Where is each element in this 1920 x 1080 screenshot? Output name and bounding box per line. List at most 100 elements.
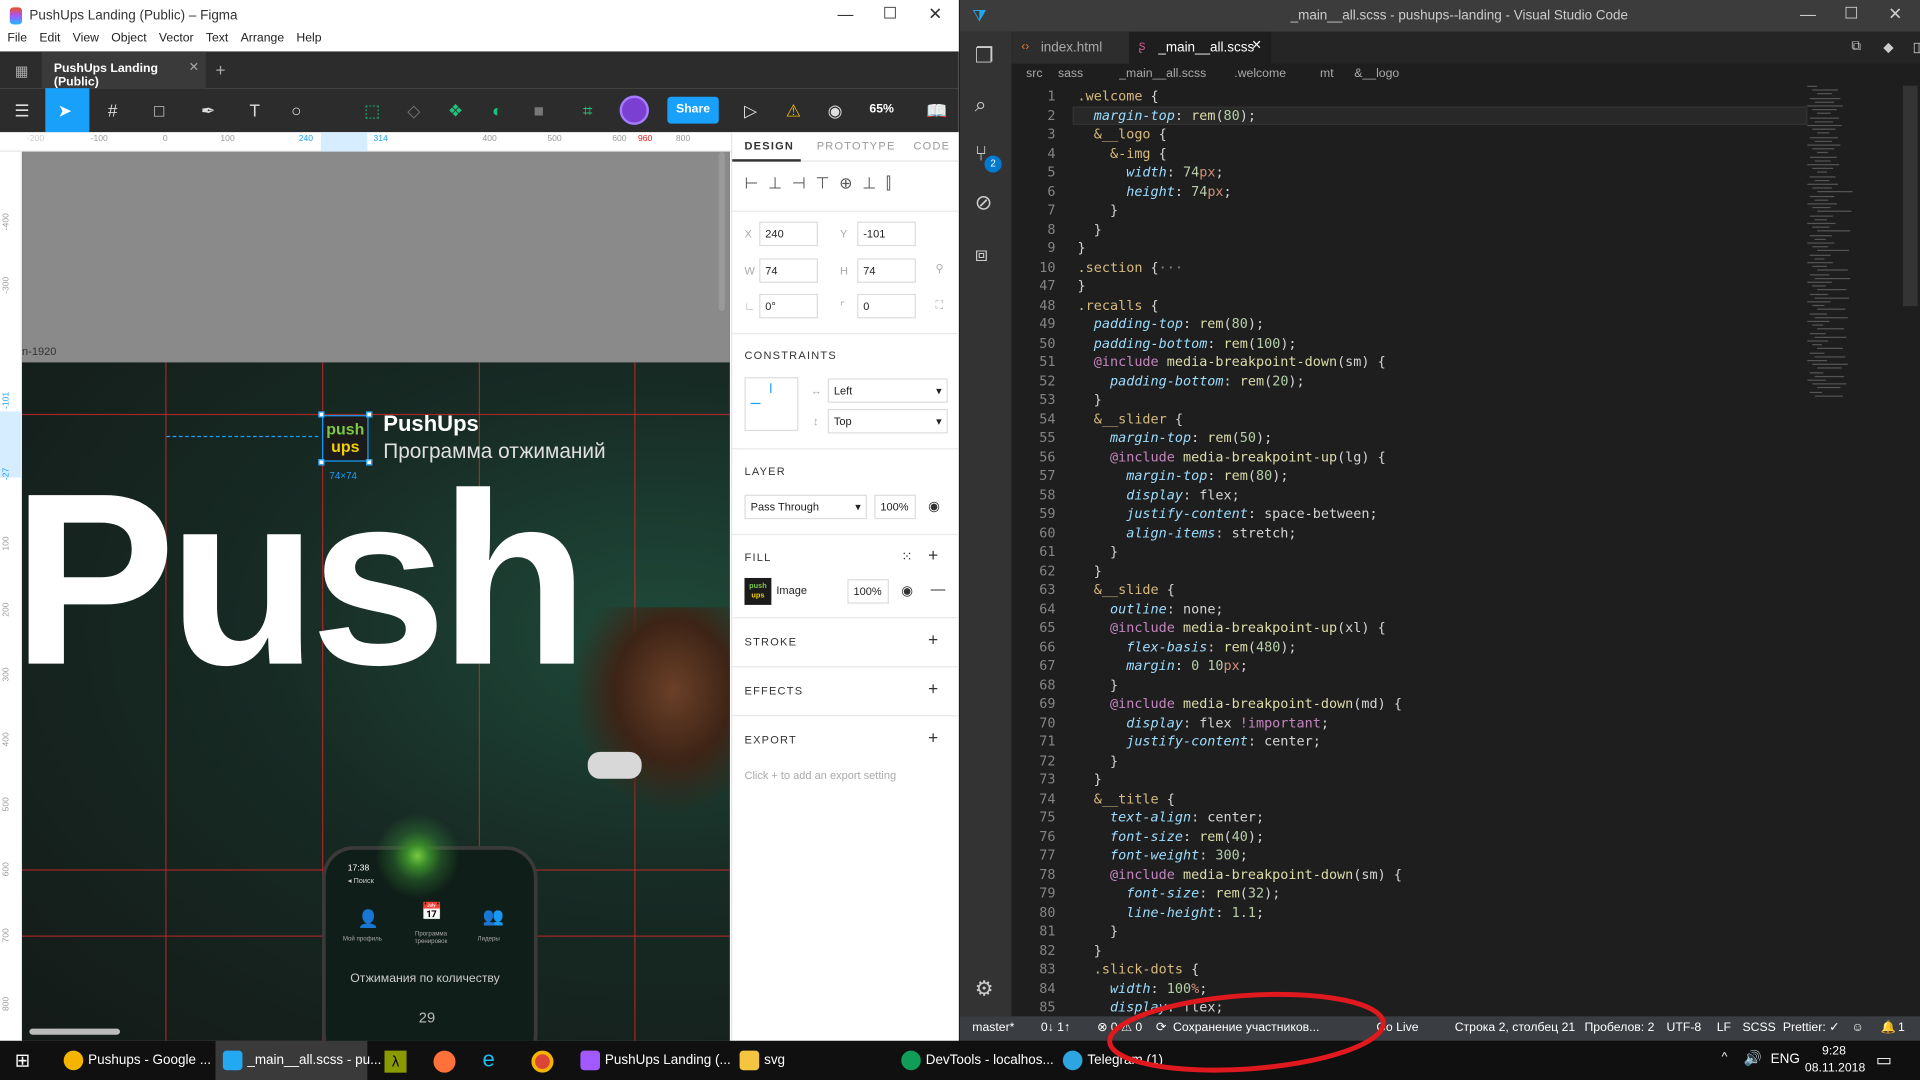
fill-thumbnail[interactable]: push ups <box>744 577 772 605</box>
code-line[interactable]: margin-top: rem(50); <box>1078 430 1272 446</box>
tab-close-icon[interactable]: ✕ <box>1251 39 1261 52</box>
windows-start-icon[interactable]: ⊞ <box>15 1049 30 1072</box>
code-line[interactable]: } <box>1078 771 1102 787</box>
zoom-level[interactable]: 65% <box>869 103 894 116</box>
radius-field[interactable]: 0 <box>857 293 916 319</box>
taskbar-figma[interactable]: PushUps Landing (... <box>573 1041 731 1080</box>
keyboard-language[interactable]: ENG <box>1771 1052 1800 1067</box>
code-line[interactable]: } <box>1078 240 1086 256</box>
code-line[interactable]: display: flex; <box>1078 487 1240 503</box>
code-line[interactable]: margin: 0 10px; <box>1078 658 1248 674</box>
hamburger-icon[interactable]: ☰ <box>10 98 34 122</box>
code-line[interactable]: font-size: rem(32); <box>1078 885 1280 901</box>
menu-file[interactable]: File <box>7 32 27 45</box>
code-line[interactable]: &__slider { <box>1078 411 1183 427</box>
instance-icon[interactable]: ◇ <box>402 98 426 122</box>
taskbar-svg-folder[interactable]: svg <box>732 1041 879 1080</box>
tab-main-scss[interactable]: ʂ _main__all.scss ✕ <box>1128 31 1272 64</box>
code-line[interactable]: } <box>1078 677 1118 693</box>
action-center-icon[interactable]: ▭ <box>1876 1049 1892 1070</box>
canvas-scrollbar-v[interactable] <box>718 151 725 312</box>
breadcrumb-item[interactable]: sass <box>1058 67 1083 80</box>
tray-chevron-icon[interactable]: ^ <box>1722 1051 1728 1064</box>
record-button[interactable] <box>374 813 461 899</box>
x-field[interactable]: 240 <box>759 221 818 247</box>
code-line[interactable]: text-align: center; <box>1078 809 1264 825</box>
code-line[interactable]: } <box>1078 202 1118 218</box>
branch-indicator[interactable]: master* <box>972 1021 1014 1034</box>
add-effect-icon[interactable]: + <box>928 678 938 698</box>
code-line[interactable]: flex-basis: rem(480); <box>1078 639 1296 655</box>
code-line[interactable]: &__slide { <box>1078 582 1175 598</box>
eye-icon[interactable]: ◉ <box>823 98 847 122</box>
brand-title[interactable]: PushUps <box>383 411 479 437</box>
code-line[interactable]: margin-top: rem(80); <box>1078 107 1256 123</box>
explorer-icon[interactable]: ❐ <box>975 44 994 68</box>
fill-type[interactable]: Image <box>771 579 848 604</box>
code-line[interactable]: } <box>1078 544 1118 560</box>
menu-arrange[interactable]: Arrange <box>241 32 285 45</box>
tab-index-html[interactable]: ‹› index.html <box>1011 31 1129 64</box>
styles-icon[interactable]: ⁙ <box>901 549 912 565</box>
add-export-icon[interactable]: + <box>928 727 938 747</box>
create-component-icon[interactable]: ❖ <box>443 98 467 122</box>
code-line[interactable]: outline: none; <box>1078 601 1224 617</box>
fill-opacity-field[interactable]: 100% <box>847 579 889 604</box>
code-line[interactable]: } <box>1078 392 1102 408</box>
cursor-position[interactable]: Строка 2, столбец 21 <box>1455 1021 1576 1034</box>
smiley-icon[interactable]: ☺ <box>1851 1021 1864 1034</box>
warning-icon[interactable]: ⚠ <box>781 98 805 122</box>
align-tools[interactable]: ⊢⊥⊣⊤⊕⊥⫿ <box>744 174 900 194</box>
w-field[interactable]: 74 <box>759 258 818 283</box>
code-line[interactable]: font-size: rem(40); <box>1078 828 1264 844</box>
menu-vector[interactable]: Vector <box>159 32 194 45</box>
open-changes-icon[interactable]: ⧉ <box>1851 39 1861 55</box>
constraint-vertical-select[interactable]: Top ▾ <box>827 408 948 434</box>
lambda-app-icon[interactable]: λ <box>384 1050 407 1073</box>
layer-visibility-icon[interactable]: ◉ <box>928 498 940 515</box>
prettier-status[interactable]: Prettier: ✓ <box>1783 1021 1840 1034</box>
landing-frame[interactable]: push ups 74×74 PushUps Программа отжиман… <box>22 362 730 1041</box>
code-line[interactable]: font-weight: 300; <box>1078 847 1248 863</box>
code-line[interactable]: &-img { <box>1078 145 1167 161</box>
layer-opacity-field[interactable]: 100% <box>874 494 916 520</box>
text-tool-icon[interactable]: T <box>242 98 266 122</box>
debug-icon[interactable]: ⊘ <box>975 191 992 215</box>
volume-icon[interactable]: 🔊 <box>1744 1049 1762 1066</box>
taskbar-vscode[interactable]: _main__all.scss - pu... <box>215 1040 381 1080</box>
code-line[interactable]: justify-content: center; <box>1078 733 1321 749</box>
minimize-icon[interactable]: — <box>838 5 854 23</box>
code-line[interactable]: } <box>1078 221 1102 237</box>
avatar[interactable] <box>619 95 649 125</box>
y-field[interactable]: -101 <box>857 221 916 247</box>
tab-code[interactable]: CODE <box>913 140 950 152</box>
code-line[interactable]: display: flex !important; <box>1078 714 1329 730</box>
rectangle-tool-icon[interactable]: □ <box>147 98 171 122</box>
code-line[interactable]: .recalls { <box>1078 297 1159 313</box>
minimize-icon[interactable]: — <box>1800 5 1816 23</box>
component-icon[interactable]: ⬚ <box>360 98 384 122</box>
git-icon[interactable]: ◆ <box>1883 39 1893 55</box>
constraint-horizontal-select[interactable]: Left ▾ <box>827 378 948 403</box>
breadcrumb-item[interactable]: src <box>1026 67 1042 80</box>
boolean-icon[interactable]: ■ <box>527 98 551 122</box>
phone-mockup[interactable]: 17:38 ◂ Поиск 👤 📅 👥 Мой профиль Программ… <box>322 813 538 1041</box>
code-line[interactable]: } <box>1078 942 1102 958</box>
comment-tool-icon[interactable]: ○ <box>284 98 308 122</box>
menu-edit[interactable]: Edit <box>39 32 60 45</box>
notifications-icon[interactable]: 🔔 <box>1881 1021 1896 1034</box>
new-tab-icon[interactable]: + <box>216 60 226 80</box>
clock-date[interactable]: 08.11.2018 <box>1805 1062 1865 1075</box>
code-line[interactable]: padding-bottom: rem(20); <box>1078 373 1305 389</box>
resize-handle[interactable] <box>318 411 325 418</box>
taskbar-devtools[interactable]: DevTools - localhos... <box>894 1041 1054 1080</box>
code-line[interactable]: .section {··· <box>1078 259 1183 275</box>
frame-tool-icon[interactable]: # <box>100 98 124 122</box>
code-line[interactable]: .slick-dots { <box>1078 961 1199 977</box>
code-line[interactable]: margin-top: rem(80); <box>1078 468 1288 484</box>
code-line[interactable]: } <box>1078 278 1086 294</box>
close-icon[interactable]: ✕ <box>928 4 942 25</box>
close-icon[interactable]: ✕ <box>1888 4 1902 25</box>
code-line[interactable]: @include media-breakpoint-down(sm) { <box>1078 354 1386 370</box>
code-line[interactable]: line-height: 1.1; <box>1078 904 1264 920</box>
